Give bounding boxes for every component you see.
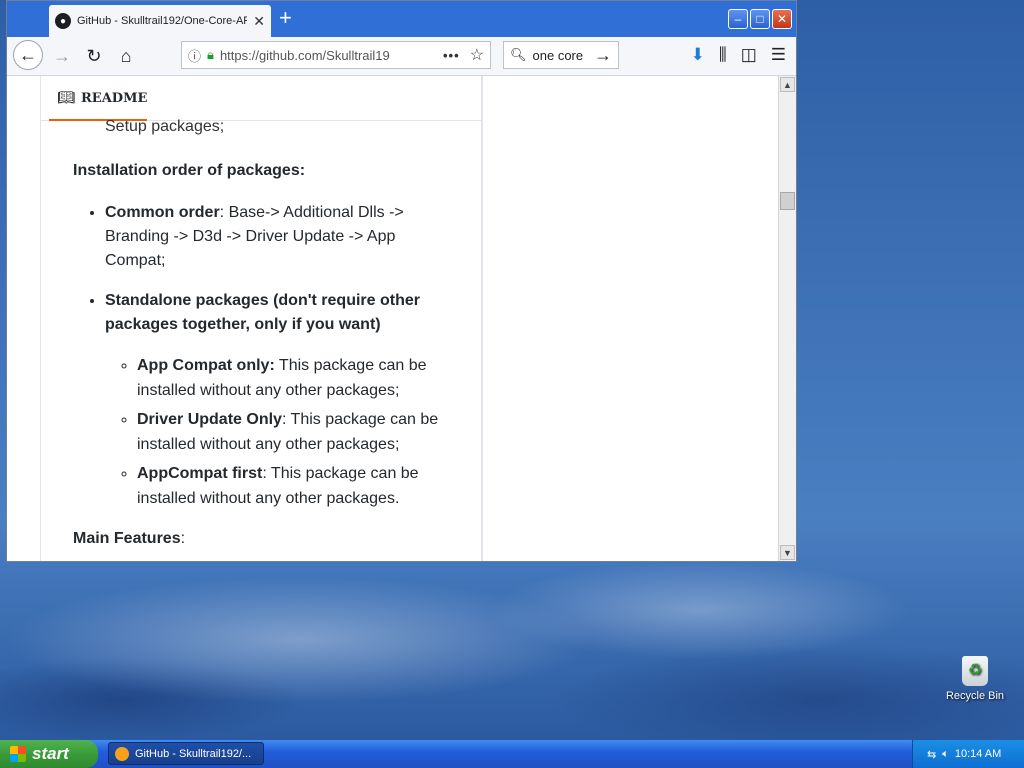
tab-title: GitHub - Skulltrail192/One-Core-AP: [77, 15, 247, 27]
new-tab-button[interactable]: +: [279, 7, 292, 29]
install-order-heading: Installation order of packages:: [73, 162, 306, 179]
tab-close-icon[interactable]: ✕: [253, 13, 265, 30]
scroll-up-arrow[interactable]: ▲: [780, 77, 795, 92]
info-icon[interactable]: ⓘ: [188, 46, 201, 65]
search-icon: 🔍︎: [510, 47, 527, 62]
start-label: start: [32, 744, 69, 763]
taskbar: start GitHub - Skulltrail192/... ⇆ 🔈︎ 10…: [0, 740, 1024, 768]
window-controls: – □ ✕: [728, 9, 792, 29]
standalone-sublist: App Compat only: This package can be ins…: [105, 353, 453, 511]
taskbar-item-label: GitHub - Skulltrail192/...: [135, 747, 252, 760]
close-window-button[interactable]: ✕: [772, 9, 792, 29]
search-go-icon[interactable]: →: [594, 45, 612, 66]
arrow-left-icon: ←: [19, 44, 37, 65]
main-features-label: Main Features: [73, 530, 181, 547]
menu-icon[interactable]: ☰: [771, 45, 786, 65]
browser-tab-github[interactable]: ● GitHub - Skulltrail192/One-Core-AP ✕: [49, 5, 271, 37]
sidebar-icon[interactable]: ◫: [741, 45, 757, 65]
main-features-heading: Main Features:: [73, 527, 453, 551]
scroll-thumb[interactable]: [780, 192, 795, 210]
vertical-scrollbar[interactable]: ▲ ▼: [778, 76, 796, 561]
list-item-common-order: Common order: Base-> Additional Dlls -> …: [105, 201, 453, 273]
reload-button[interactable]: ↻: [81, 43, 107, 69]
page-actions-menu[interactable]: •••: [443, 48, 460, 63]
page-content: 📖︎ README Setup packages; Installation o…: [7, 76, 779, 561]
bookmark-star-icon[interactable]: ☆: [470, 45, 484, 65]
main-features-colon: :: [180, 530, 186, 547]
windows-flag-icon: [10, 746, 26, 762]
tab-bar: ● GitHub - Skulltrail192/One-Core-AP ✕ +…: [7, 1, 796, 37]
minimize-button[interactable]: –: [728, 9, 748, 29]
search-input-text[interactable]: one core: [533, 48, 584, 63]
list-item-appcompat-first: AppCompat first: This package can be ins…: [137, 461, 453, 511]
reload-icon: ↻: [86, 45, 102, 66]
recycle-bin-label: Recycle Bin: [945, 690, 1005, 702]
lock-icon: 🔒︎: [207, 47, 214, 62]
network-icon[interactable]: ⇆: [927, 748, 936, 761]
readme-card: 📖︎ README Setup packages; Installation o…: [40, 76, 482, 561]
home-icon: ⌂: [120, 45, 132, 66]
navigation-toolbar: ← → ↻ ⌂ ⓘ 🔒︎ https://github.com/Skulltra…: [7, 37, 796, 76]
standalone-label: Standalone packages (don't require other…: [105, 292, 420, 333]
library-icon[interactable]: ⫼: [719, 45, 727, 65]
list-item-app-compat-only: App Compat only: This package can be ins…: [137, 353, 453, 403]
firefox-icon: [115, 746, 129, 761]
sub-item-label: Driver Update Only: [137, 411, 282, 428]
book-icon: 📖︎: [57, 89, 75, 105]
toolbar-tools: ⬇ ⫼ ◫ ☰: [691, 45, 786, 65]
install-order-list: Common order: Base-> Additional Dlls -> …: [73, 201, 453, 511]
recycle-bin-shortcut[interactable]: ♻ Recycle Bin: [944, 656, 1006, 702]
sub-item-label: App Compat only:: [137, 357, 275, 374]
url-text[interactable]: https://github.com/Skulltrail19: [220, 48, 390, 63]
address-bar[interactable]: ⓘ 🔒︎ https://github.com/Skulltrail19 •••…: [181, 41, 491, 69]
github-icon: ●: [55, 13, 71, 29]
browser-window: ● GitHub - Skulltrail192/One-Core-AP ✕ +…: [6, 0, 797, 562]
list-item-driver-update-only: Driver Update Only: This package can be …: [137, 407, 453, 457]
volume-icon[interactable]: 🔈︎: [942, 748, 949, 761]
recycle-bin-icon: ♻: [962, 656, 988, 686]
list-item-standalone: Standalone packages (don't require other…: [105, 289, 453, 511]
arrow-right-icon: →: [53, 45, 71, 66]
system-tray: ⇆ 🔈︎ 10:14 AM: [912, 740, 1024, 768]
back-button[interactable]: ←: [13, 40, 43, 70]
readme-body: Setup packages; Installation order of pa…: [73, 115, 453, 551]
setup-packages-text: Setup packages;: [105, 118, 225, 135]
maximize-button[interactable]: □: [750, 9, 770, 29]
download-icon[interactable]: ⬇: [691, 45, 705, 65]
scroll-down-arrow[interactable]: ▼: [780, 545, 795, 560]
sub-item-label: AppCompat first: [137, 465, 263, 482]
start-button[interactable]: start: [0, 740, 98, 768]
home-button[interactable]: ⌂: [113, 43, 139, 69]
forward-button[interactable]: →: [49, 43, 75, 69]
right-blank-pane: [482, 76, 779, 561]
common-order-label: Common order: [105, 204, 220, 221]
readme-title: README: [81, 91, 148, 106]
taskbar-item-github[interactable]: GitHub - Skulltrail192/...: [108, 742, 264, 765]
search-box[interactable]: 🔍︎ one core →: [503, 41, 619, 69]
clock[interactable]: 10:14 AM: [955, 748, 1001, 760]
